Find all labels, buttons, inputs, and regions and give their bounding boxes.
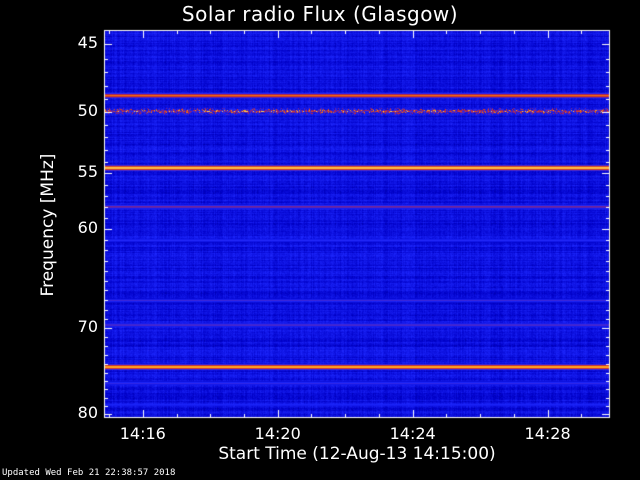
y-tick-label: 60 [77, 218, 98, 238]
x-tick-label: 14:28 [524, 424, 571, 443]
chart-title: Solar radio Flux (Glasgow) [181, 2, 459, 26]
y-tick-label: 70 [77, 317, 98, 337]
y-tick-label: 80 [77, 402, 98, 422]
x-tick-label: 14:16 [119, 424, 166, 443]
y-tick-label: 55 [77, 162, 98, 182]
y-tick-label: 45 [77, 33, 98, 53]
y-tick-label: 50 [77, 101, 98, 121]
x-axis-label: Start Time (12-Aug-13 14:15:00) [218, 444, 496, 464]
x-tick-label: 14:20 [254, 424, 301, 443]
updated-timestamp: Updated Wed Feb 21 22:38:57 2018 [2, 468, 176, 478]
x-tick-label: 14:24 [389, 424, 436, 443]
